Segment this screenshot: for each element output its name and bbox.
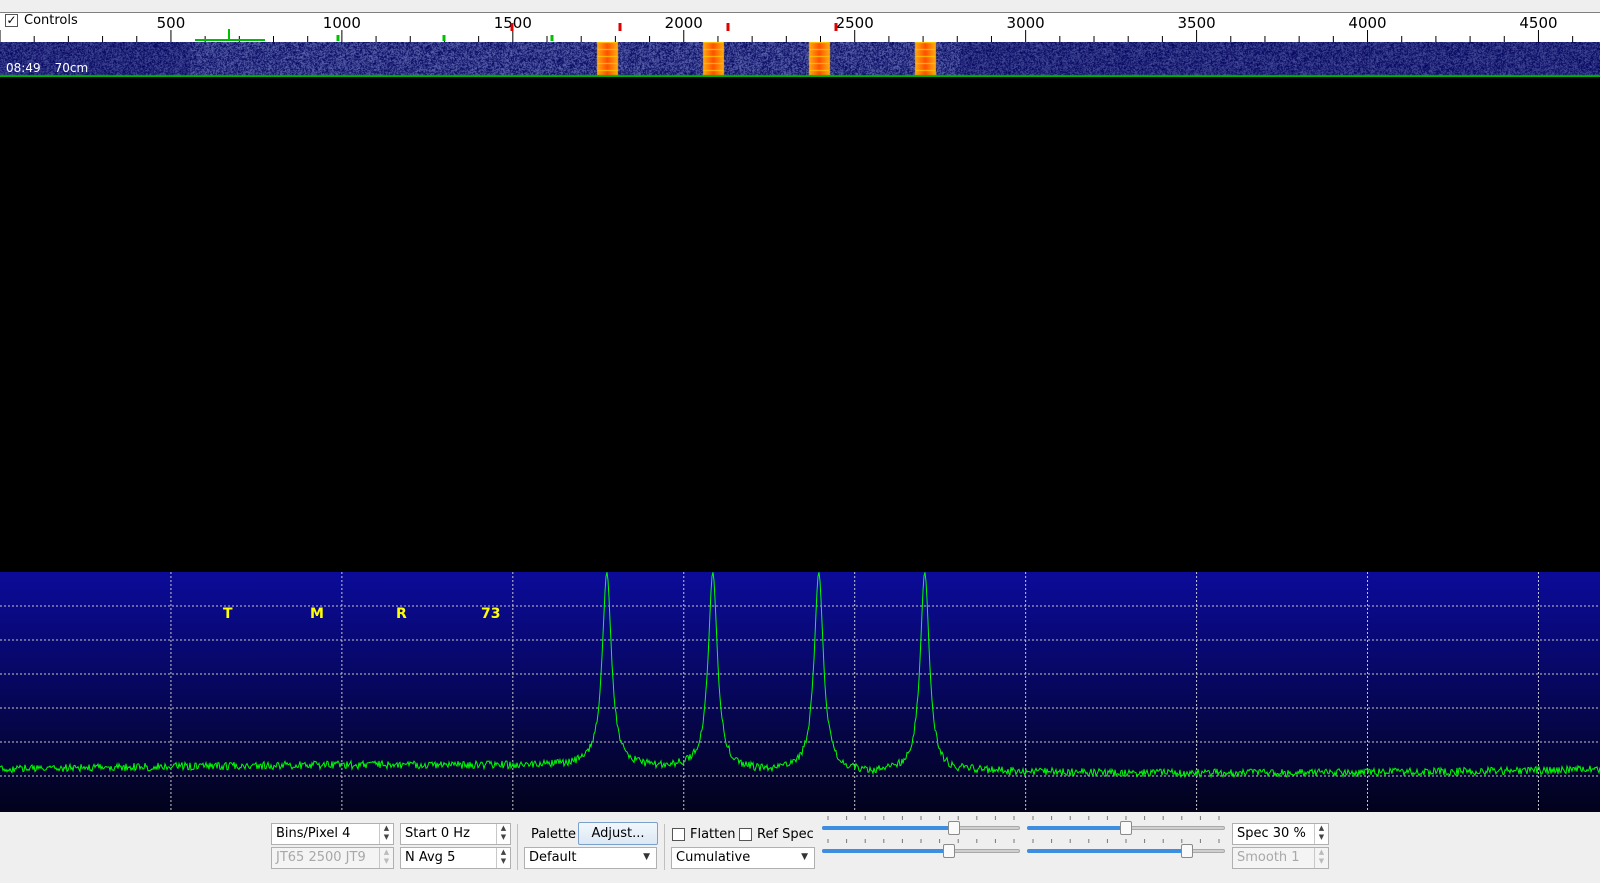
spectrum-type-combobox[interactable]: Cumulative ▼ — [671, 847, 815, 869]
waterfall-band: 70cm — [54, 61, 89, 75]
bins-per-pixel-arrows-icon[interactable]: ▲ ▼ — [379, 824, 393, 844]
palette-value: Default — [529, 850, 577, 865]
separator — [664, 824, 665, 870]
scale-label-3500: 3500 — [1177, 14, 1215, 32]
tone-label-r: R — [396, 606, 407, 622]
wide-graph-window: 50010001500200025003000350040004500 ✓ Co… — [0, 0, 1600, 883]
bins-per-pixel-text: Bins/Pixel 4 — [276, 826, 351, 841]
frequency-scale-ticks: 50010001500200025003000350040004500 — [0, 14, 1574, 43]
n-avg-arrows-icon[interactable]: ▲ ▼ — [496, 848, 510, 868]
waterfall-canvas — [0, 42, 1600, 77]
controls-checkbox[interactable]: ✓ — [5, 14, 18, 27]
chevron-down-icon: ▼ — [643, 852, 650, 862]
control-panel: Bins/Pixel 4 ▲ ▼ Start 0 Hz ▲ ▼ JT65 2500 … — [0, 812, 1600, 883]
controls-label: Controls — [24, 13, 78, 28]
waterfall-display[interactable] — [0, 42, 1600, 77]
palette-gain-slider[interactable] — [822, 816, 1020, 836]
chevron-down-icon: ▼ — [801, 852, 808, 862]
slider-thumb[interactable] — [1181, 844, 1194, 858]
frequency-scale[interactable]: 50010001500200025003000350040004500 — [0, 12, 1600, 43]
slider-ticks — [1032, 839, 1220, 843]
slider-ticks — [827, 839, 1015, 843]
jt65-jt9-arrows-icon: ▲ ▼ — [379, 848, 393, 868]
start-frequency-arrows-icon[interactable]: ▲ ▼ — [496, 824, 510, 844]
start-frequency-spinbox[interactable]: Start 0 Hz ▲ ▼ — [400, 823, 511, 845]
slider-fill — [1027, 849, 1188, 853]
flatten-checkbox[interactable] — [672, 828, 685, 841]
waterfall-timestamp: 08:49 70cm — [6, 61, 88, 75]
scale-label-4000: 4000 — [1348, 14, 1386, 32]
palette-combobox[interactable]: Default ▼ — [524, 847, 657, 869]
smooth-text: Smooth 1 — [1237, 850, 1300, 865]
slider-fill — [822, 826, 955, 830]
n-avg-text: N Avg 5 — [405, 850, 456, 865]
smooth-arrows-icon: ▲ ▼ — [1314, 848, 1328, 868]
flatten-label: Flatten — [690, 827, 736, 842]
adjust-button[interactable]: Adjust... — [578, 822, 658, 845]
scale-label-3000: 3000 — [1007, 14, 1045, 32]
tone-label-m: M — [310, 606, 324, 622]
tone-label-73: 73 — [481, 606, 500, 622]
start-frequency-text: Start 0 Hz — [405, 826, 470, 841]
bins-per-pixel-spinbox[interactable]: Bins/Pixel 4 ▲ ▼ — [271, 823, 394, 845]
slider-thumb[interactable] — [948, 821, 961, 835]
jt65-jt9-spinbox: JT65 2500 JT9 ▲ ▼ — [271, 847, 394, 869]
spec-percent-spinbox[interactable]: Spec 30 % ▲ ▼ — [1232, 823, 1329, 845]
slider-ticks — [827, 816, 1015, 820]
scale-label-2500: 2500 — [836, 14, 874, 32]
waterfall-time: 08:49 — [6, 61, 41, 75]
spec-percent-arrows-icon[interactable]: ▲ ▼ — [1314, 824, 1328, 844]
smooth-spinbox: Smooth 1 ▲ ▼ — [1232, 847, 1329, 869]
spectrum-plot[interactable]: T M R 73 — [0, 572, 1600, 812]
ref-spec-checkbox[interactable] — [739, 828, 752, 841]
scale-label-2000: 2000 — [665, 14, 703, 32]
slider-thumb[interactable] — [942, 844, 955, 858]
slider-thumb[interactable] — [1120, 821, 1132, 835]
slider-fill — [1027, 826, 1126, 830]
spec-percent-text: Spec 30 % — [1237, 826, 1306, 841]
scale-label-1000: 1000 — [323, 14, 361, 32]
palette-zero-slider[interactable] — [1027, 816, 1225, 836]
scale-label-500: 500 — [157, 14, 186, 32]
spectrum-zero-slider[interactable] — [1027, 839, 1225, 859]
n-avg-spinbox[interactable]: N Avg 5 ▲ ▼ — [400, 847, 511, 869]
tone-label-t: T — [223, 606, 233, 622]
slider-fill — [822, 849, 949, 853]
palette-label: Palette — [531, 827, 577, 842]
jt65-jt9-text: JT65 2500 JT9 — [276, 850, 366, 865]
waterfall-history-area[interactable] — [0, 77, 1600, 572]
ref-spec-label: Ref Spec — [757, 827, 814, 842]
separator — [517, 824, 518, 870]
spectrum-gain-slider[interactable] — [822, 839, 1020, 859]
scale-label-4500: 4500 — [1519, 14, 1557, 32]
controls-toggle[interactable]: ✓ Controls — [5, 13, 78, 28]
spectrum-type-value: Cumulative — [676, 850, 751, 865]
